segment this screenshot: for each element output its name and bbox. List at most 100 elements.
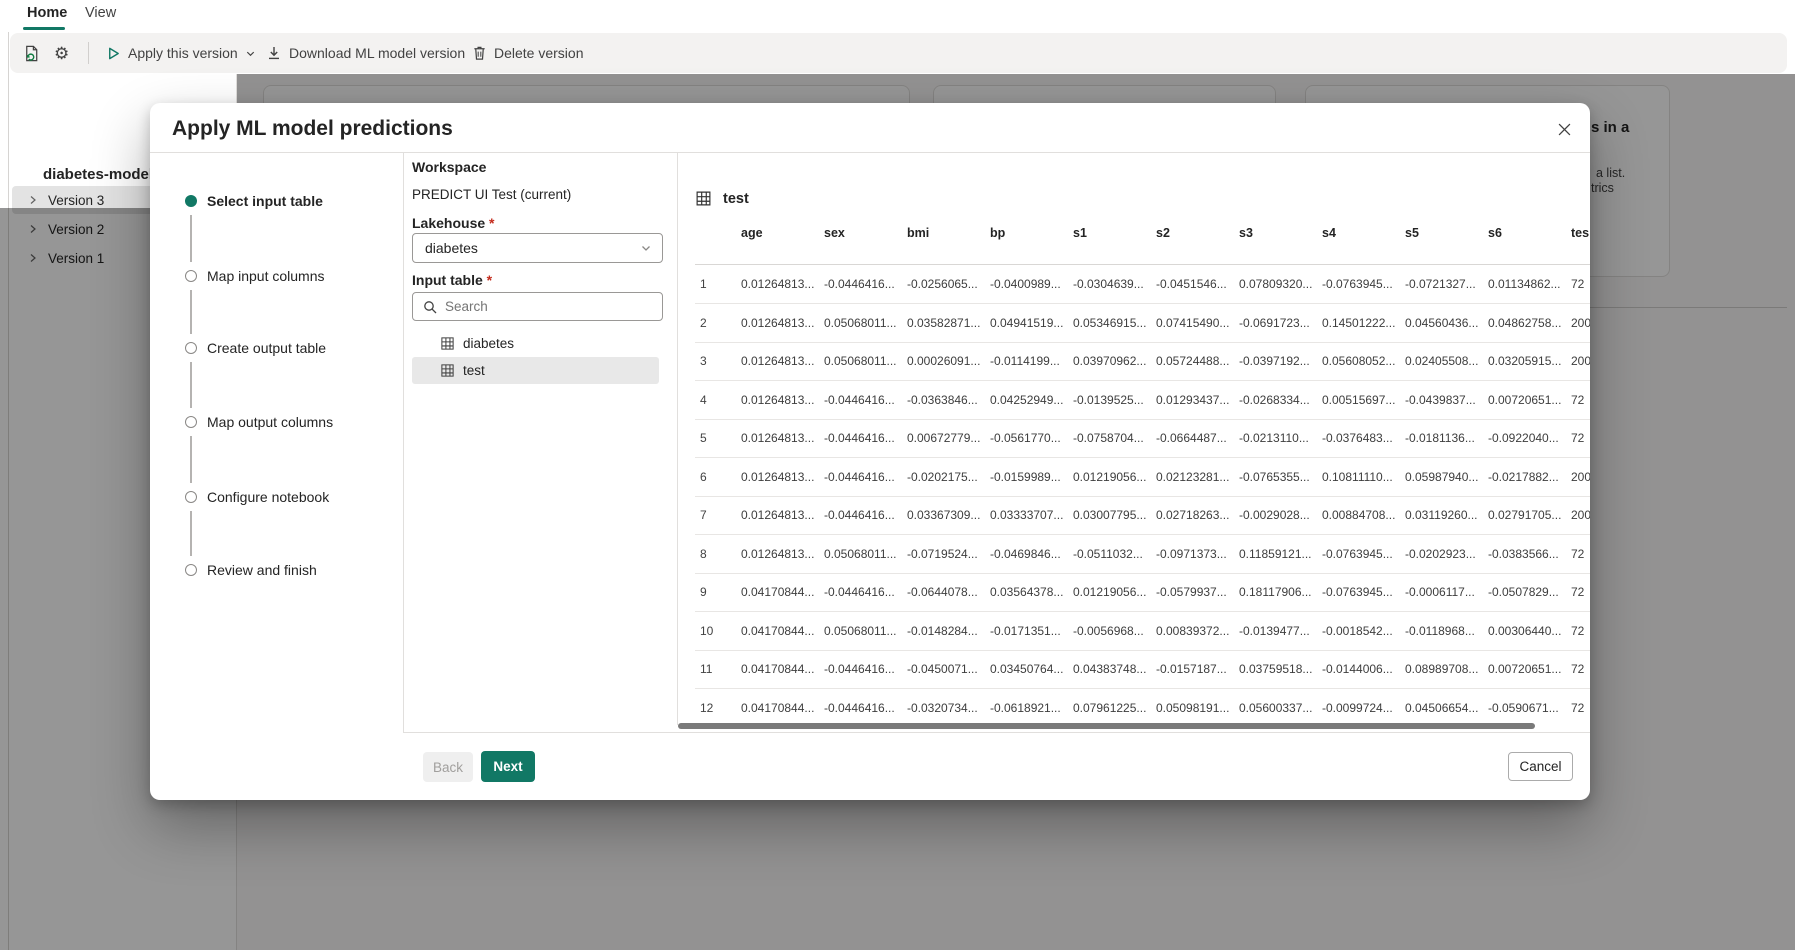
table-row: 1 0.01264813... -0.0446416... -0.0256065...… bbox=[678, 265, 1590, 304]
table-cell: 0.04862758... bbox=[1488, 315, 1562, 330]
row-number: 8 bbox=[700, 546, 707, 561]
table-row: 10 0.04170844... 0.05068011... -0.0148284..… bbox=[678, 612, 1590, 651]
apply-this-version-button[interactable]: Apply this version bbox=[106, 33, 256, 73]
table-cell: -0.0217882... bbox=[1488, 469, 1559, 484]
table-cell: -0.0763945... bbox=[1322, 585, 1393, 600]
model-name-title: diabetes-model bbox=[43, 166, 154, 183]
table-row: 2 0.01264813... 0.05068011... 0.03582871...… bbox=[678, 304, 1590, 343]
table-cell: 0.04170844... bbox=[741, 662, 815, 677]
table-cell: 72 bbox=[1571, 623, 1585, 638]
column-header-bp: bp bbox=[990, 226, 1006, 240]
row-number: 12 bbox=[700, 700, 714, 715]
lakehouse-label-text: Lakehouse bbox=[412, 215, 486, 231]
table-cell: -0.0148284... bbox=[907, 623, 978, 638]
cancel-button[interactable]: Cancel bbox=[1508, 752, 1573, 781]
row-number: 7 bbox=[700, 508, 707, 523]
table-icon bbox=[441, 337, 454, 350]
close-dialog-button[interactable] bbox=[1550, 115, 1578, 143]
chevron-down-icon bbox=[642, 246, 650, 251]
tab-view[interactable]: View bbox=[85, 5, 116, 21]
column-header-age: age bbox=[741, 226, 763, 240]
table-cell: 0.03333707... bbox=[990, 508, 1064, 523]
lakehouse-label: Lakehouse * bbox=[412, 215, 494, 231]
column-header-bmi: bmi bbox=[907, 226, 930, 240]
table-cell: 0.00306440... bbox=[1488, 623, 1562, 638]
play-icon bbox=[106, 46, 121, 61]
table-cell: -0.0922040... bbox=[1488, 431, 1559, 446]
tree-item-label: test bbox=[463, 363, 485, 378]
table-cell: -0.0256065... bbox=[907, 277, 978, 292]
table-cell: 0.00720651... bbox=[1488, 662, 1562, 677]
table-cell: -0.0400989... bbox=[990, 277, 1061, 292]
table-cell: -0.0376483... bbox=[1322, 431, 1393, 446]
table-cell: 0.14501222... bbox=[1322, 315, 1396, 330]
tree-item-label: diabetes bbox=[463, 336, 515, 351]
step-connector bbox=[190, 290, 192, 334]
table-cell: -0.0719524... bbox=[907, 546, 978, 561]
table-cell: 0.03007795... bbox=[1073, 508, 1147, 523]
table-cell: -0.0268334... bbox=[1239, 392, 1310, 407]
tree-item-diabetes[interactable]: diabetes bbox=[412, 330, 659, 357]
table-cell: 0.03205915... bbox=[1488, 354, 1562, 369]
back-button[interactable]: Back bbox=[423, 752, 473, 782]
table-row: 7 0.01264813... -0.0446416... 0.03367309...… bbox=[678, 496, 1590, 535]
step-connector bbox=[190, 215, 192, 262]
table-cell: 0.01264813... bbox=[741, 546, 815, 561]
column-header-s1: s1 bbox=[1073, 226, 1087, 240]
preview-header-row: age sex bmi bp s1 s2 s3 s4 s5 s6 tes bbox=[678, 215, 1590, 251]
table-cell: -0.0446416... bbox=[824, 508, 895, 523]
table-cell: 0.01264813... bbox=[741, 354, 815, 369]
table-cell: 0.05068011... bbox=[824, 623, 897, 638]
horizontal-scrollbar-thumb[interactable] bbox=[678, 723, 1535, 729]
table-cell: 0.05346915... bbox=[1073, 315, 1147, 330]
table-cell: 200 bbox=[1571, 354, 1590, 369]
trash-icon bbox=[472, 45, 487, 61]
table-cell: 0.03564378... bbox=[990, 585, 1064, 600]
table-cell: -0.0691723... bbox=[1239, 315, 1310, 330]
refresh-model-file-button[interactable] bbox=[22, 33, 41, 73]
table-cell: 0.00884708... bbox=[1322, 508, 1396, 523]
step-indicator-upcoming bbox=[185, 491, 197, 503]
table-cell: 0.18117906... bbox=[1239, 585, 1312, 600]
table-cell: -0.0397192... bbox=[1239, 354, 1310, 369]
dialog-title: Apply ML model predictions bbox=[172, 117, 453, 140]
apply-this-version-label: Apply this version bbox=[128, 45, 238, 61]
table-icon bbox=[441, 364, 454, 377]
table-cell: -0.0469846... bbox=[990, 546, 1061, 561]
step-label: Configure notebook bbox=[207, 489, 330, 505]
table-cell: 0.05098191... bbox=[1156, 700, 1230, 715]
tree-item-test[interactable]: test bbox=[412, 357, 659, 384]
table-row: 4 0.01264813... -0.0446416... -0.0363846...… bbox=[678, 381, 1590, 420]
input-table-label: Input table * bbox=[412, 272, 492, 288]
tab-home[interactable]: Home bbox=[27, 5, 67, 21]
table-cell: 0.03119260... bbox=[1405, 508, 1478, 523]
table-cell: -0.0618921... bbox=[990, 700, 1061, 715]
next-button[interactable]: Next bbox=[481, 751, 535, 782]
gear-icon: ⚙︎ bbox=[54, 43, 70, 63]
table-cell: 0.01264813... bbox=[741, 508, 815, 523]
row-number: 10 bbox=[700, 623, 714, 638]
delete-version-button[interactable]: Delete version bbox=[472, 33, 584, 73]
row-number: 6 bbox=[700, 469, 707, 484]
table-cell: 0.07961225... bbox=[1073, 700, 1147, 715]
table-cell: 200 bbox=[1571, 508, 1590, 523]
table-cell: -0.0664487... bbox=[1156, 431, 1227, 446]
chevron-down-icon bbox=[245, 48, 256, 59]
search-input[interactable] bbox=[445, 299, 654, 314]
download-ml-model-version-button[interactable]: Download ML model version bbox=[266, 33, 465, 73]
table-cell: -0.0758704... bbox=[1073, 431, 1144, 446]
table-cell: 0.04506654... bbox=[1405, 700, 1479, 715]
table-cell: 0.11859121... bbox=[1239, 546, 1312, 561]
step-label: Map input columns bbox=[207, 268, 325, 284]
table-cell: 0.03450764... bbox=[990, 662, 1064, 677]
table-cell: 0.04383748... bbox=[1073, 662, 1147, 677]
table-cell: -0.0765355... bbox=[1239, 469, 1310, 484]
settings-button[interactable]: ⚙︎ bbox=[54, 33, 69, 73]
step-connector bbox=[190, 362, 192, 408]
table-cell: -0.0971373... bbox=[1156, 546, 1227, 561]
table-cell: -0.0590671... bbox=[1488, 700, 1559, 715]
step-label: Create output table bbox=[207, 340, 327, 356]
step-indicator-upcoming bbox=[185, 342, 197, 354]
lakehouse-dropdown[interactable]: diabetes bbox=[412, 233, 663, 263]
table-cell: 72 bbox=[1571, 700, 1585, 715]
